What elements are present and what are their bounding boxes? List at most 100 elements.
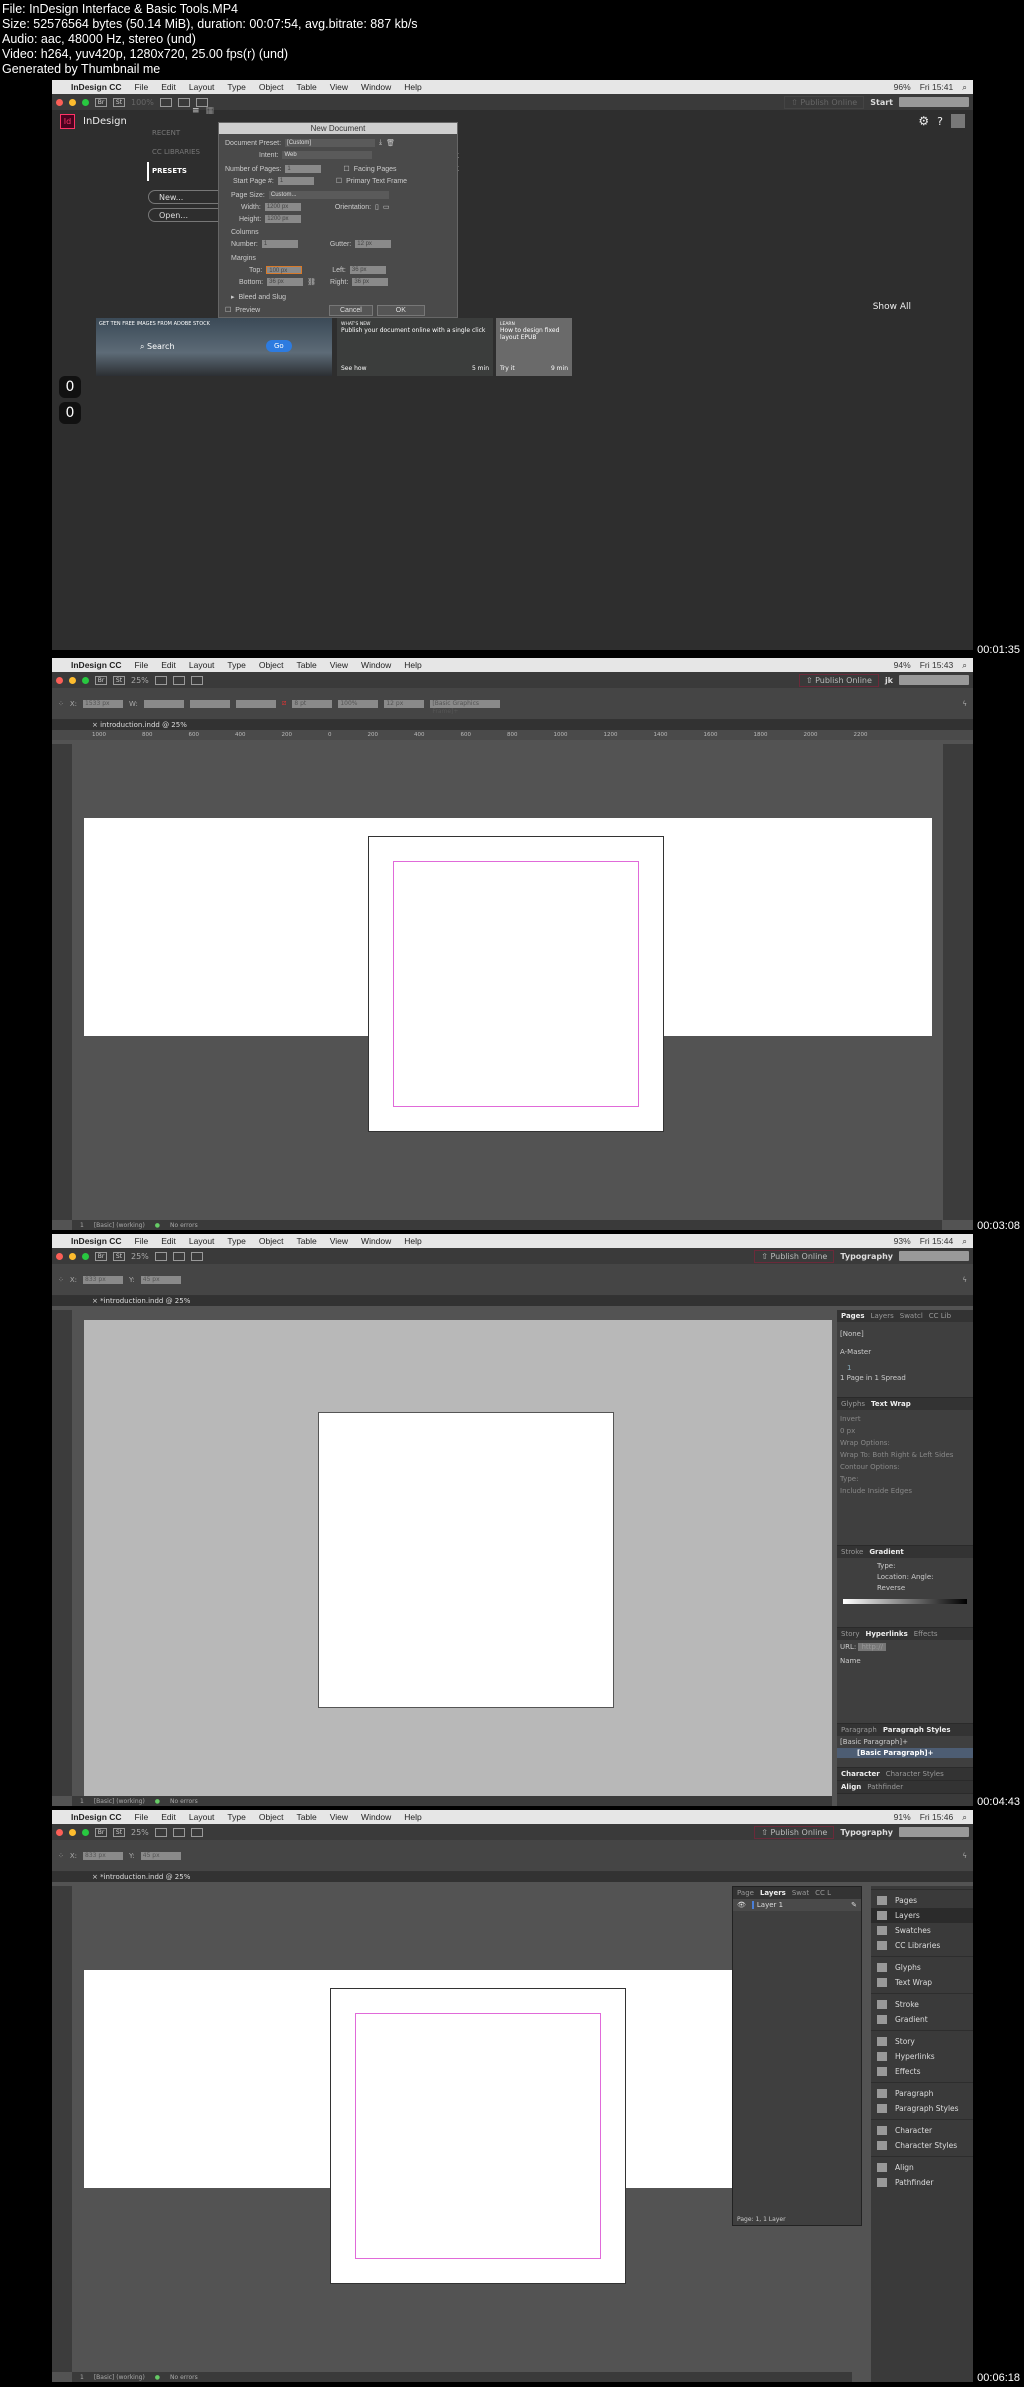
dock-layers[interactable]: Layers bbox=[871, 1908, 973, 1923]
menu-table[interactable]: Table bbox=[296, 1236, 316, 1246]
x-position-input[interactable]: 833 px bbox=[83, 1851, 124, 1860]
preflight-status[interactable]: No errors bbox=[170, 2374, 198, 2381]
tab-glyphs[interactable]: Glyphs bbox=[841, 1400, 865, 1408]
rotation-input[interactable] bbox=[235, 699, 276, 708]
minimize-window-button[interactable] bbox=[69, 676, 76, 684]
screen-mode-icon[interactable] bbox=[177, 97, 190, 107]
close-tab-icon[interactable]: × bbox=[92, 721, 100, 729]
tab-effects[interactable]: Effects bbox=[914, 1630, 938, 1638]
menu-window[interactable]: Window bbox=[361, 82, 391, 92]
view-options-icon[interactable] bbox=[159, 97, 172, 107]
dock-stroke[interactable]: Stroke bbox=[871, 1997, 973, 2012]
tab-align[interactable]: Align bbox=[841, 1783, 861, 1791]
preview-checkbox[interactable]: ☐ bbox=[225, 306, 231, 314]
url-input[interactable]: http:// bbox=[858, 1643, 886, 1651]
preflight-profile[interactable]: [Basic] (working) bbox=[94, 1798, 145, 1805]
quick-apply-icon[interactable]: ϟ bbox=[962, 1276, 967, 1284]
angle-input[interactable]: Angle: bbox=[911, 1573, 933, 1581]
menu-type[interactable]: Type bbox=[227, 660, 245, 670]
nav-presets[interactable]: PRESETS bbox=[147, 162, 200, 181]
publish-online-button[interactable]: ⇧ Publish Online bbox=[798, 673, 879, 687]
master-none[interactable]: [None] bbox=[840, 1325, 970, 1343]
stock-icon[interactable]: St bbox=[113, 675, 125, 685]
tab-paragraph[interactable]: Paragraph bbox=[841, 1726, 877, 1734]
facing-pages-checkbox[interactable]: ☐ bbox=[343, 165, 349, 173]
ok-button[interactable]: OK bbox=[376, 305, 425, 316]
search-input[interactable] bbox=[899, 675, 969, 685]
opacity-input[interactable]: 100% bbox=[338, 699, 379, 708]
wrap-to-select[interactable]: Both Right & Left Sides bbox=[872, 1451, 953, 1459]
menu-file[interactable]: File bbox=[135, 1236, 149, 1246]
menu-help[interactable]: Help bbox=[404, 82, 421, 92]
preflight-status[interactable]: No errors bbox=[170, 1222, 198, 1229]
menu-file[interactable]: File bbox=[135, 660, 149, 670]
bridge-icon[interactable]: Br bbox=[95, 97, 107, 107]
menu-window[interactable]: Window bbox=[361, 1236, 391, 1246]
document-page[interactable] bbox=[330, 1988, 626, 2284]
menu-file[interactable]: File bbox=[135, 1812, 149, 1822]
see-how-link[interactable]: See how bbox=[341, 365, 366, 372]
tab-swatches[interactable]: Swatcl bbox=[900, 1312, 923, 1320]
user-avatar[interactable] bbox=[951, 114, 965, 128]
menu-edit[interactable]: Edit bbox=[161, 660, 176, 670]
tools-panel[interactable] bbox=[52, 744, 72, 1220]
invert-checkbox[interactable]: Invert bbox=[840, 1413, 970, 1425]
close-window-button[interactable] bbox=[56, 98, 63, 106]
gradient-type-select[interactable]: Type: bbox=[877, 1561, 970, 1572]
disclosure-triangle-icon[interactable]: ▸ bbox=[231, 293, 235, 301]
menu-app[interactable]: InDesign CC bbox=[71, 82, 122, 92]
contour-type-select[interactable]: Type: bbox=[840, 1473, 970, 1485]
learn-card[interactable]: LEARN How to design fixed layout EPUB Tr… bbox=[496, 318, 572, 376]
include-inside-edges-checkbox[interactable]: Include Inside Edges bbox=[840, 1485, 970, 1497]
workspace-switcher[interactable]: Typography bbox=[840, 1252, 893, 1261]
tab-stroke[interactable]: Stroke bbox=[841, 1548, 863, 1556]
y-position-input[interactable]: 45 px bbox=[140, 1851, 181, 1860]
zoom-level[interactable]: 25% bbox=[131, 1828, 149, 1837]
preflight-status[interactable]: No errors bbox=[170, 1798, 198, 1805]
close-window-button[interactable] bbox=[56, 676, 63, 684]
scale-x-input[interactable] bbox=[189, 699, 230, 708]
zoom-level[interactable]: 100% bbox=[131, 98, 154, 107]
reference-point-icon[interactable]: ⁘ bbox=[58, 1276, 64, 1284]
tab-character-styles[interactable]: Character Styles bbox=[886, 1770, 944, 1778]
reference-point-icon[interactable]: ⁘ bbox=[58, 1852, 64, 1860]
menu-layout[interactable]: Layout bbox=[189, 82, 215, 92]
bottom-margin-input[interactable]: 36 px bbox=[267, 278, 304, 286]
tab-hyperlinks[interactable]: Hyperlinks bbox=[866, 1630, 908, 1638]
publish-online-button[interactable]: ⇧ Publish Online bbox=[754, 1249, 835, 1263]
bridge-icon[interactable]: Br bbox=[95, 1827, 107, 1837]
tab-cc-libraries[interactable]: CC L bbox=[815, 1889, 831, 1897]
width-input[interactable] bbox=[143, 699, 184, 708]
tab-character[interactable]: Character bbox=[841, 1770, 880, 1778]
publish-online-button[interactable]: ⇧ Publish Online bbox=[754, 1825, 835, 1839]
preflight-profile[interactable]: [Basic] (working) bbox=[94, 2374, 145, 2381]
workspace-switcher[interactable]: Start bbox=[870, 98, 893, 107]
screen-mode-icon[interactable] bbox=[172, 1251, 185, 1261]
tab-gradient[interactable]: Gradient bbox=[869, 1548, 903, 1556]
menu-type[interactable]: Type bbox=[227, 1236, 245, 1246]
spotlight-icon[interactable]: ⌕ bbox=[962, 1236, 967, 1247]
menu-window[interactable]: Window bbox=[361, 660, 391, 670]
menu-view[interactable]: View bbox=[330, 660, 348, 670]
close-window-button[interactable] bbox=[56, 1828, 63, 1836]
menu-app[interactable]: InDesign CC bbox=[71, 1812, 122, 1822]
tab-layers[interactable]: Layers bbox=[871, 1312, 894, 1320]
dock-text-wrap[interactable]: Text Wrap bbox=[871, 1975, 973, 1990]
dock-gradient[interactable]: Gradient bbox=[871, 2012, 973, 2027]
intent-select[interactable]: Web bbox=[282, 151, 373, 159]
grid-view-icon[interactable]: ▦ bbox=[206, 106, 215, 116]
gap-input[interactable]: 12 px bbox=[384, 699, 425, 708]
arrange-documents-icon[interactable] bbox=[190, 1251, 203, 1261]
menu-view[interactable]: View bbox=[330, 1236, 348, 1246]
tab-cc-libraries[interactable]: CC Lib bbox=[929, 1312, 951, 1320]
tab-text-wrap[interactable]: Text Wrap bbox=[871, 1400, 911, 1408]
start-page-input[interactable]: 1 bbox=[277, 177, 314, 185]
menu-object[interactable]: Object bbox=[259, 1812, 284, 1822]
preflight-profile[interactable]: [Basic] (working) bbox=[94, 1222, 145, 1229]
width-input[interactable]: 1200 px bbox=[264, 203, 301, 211]
close-window-button[interactable] bbox=[56, 1252, 63, 1260]
spotlight-icon[interactable]: ⌕ bbox=[962, 1812, 967, 1823]
stock-icon[interactable]: St bbox=[113, 1827, 125, 1837]
layer-name[interactable]: Layer 1 bbox=[751, 1901, 783, 1909]
y-position-input[interactable]: 45 px bbox=[140, 1275, 181, 1284]
